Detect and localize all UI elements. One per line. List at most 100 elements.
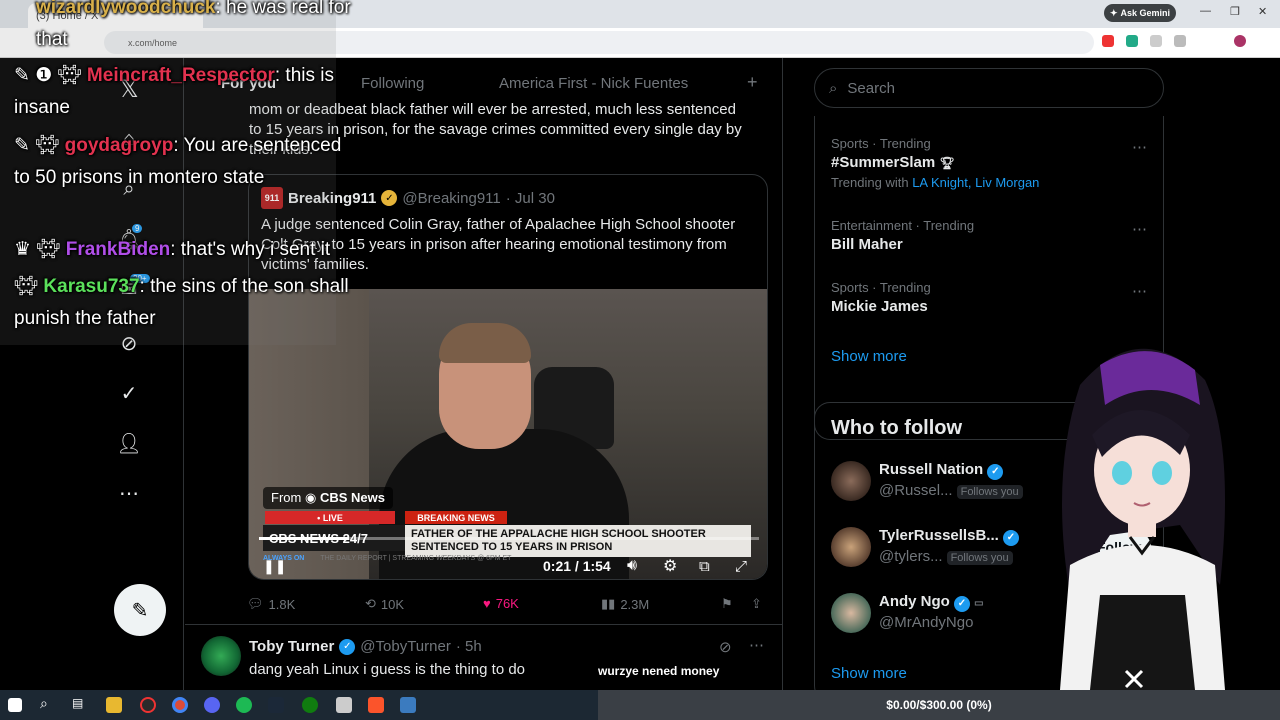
post-author-name[interactable]: Toby Turner bbox=[249, 638, 334, 655]
obs-icon[interactable] bbox=[140, 697, 156, 713]
account-name: TylerRussellsB... bbox=[879, 527, 999, 544]
fullscreen-icon[interactable]: ⤢ bbox=[735, 558, 747, 575]
extension-icon[interactable] bbox=[1102, 35, 1114, 47]
show-more-link[interactable]: Show more bbox=[831, 665, 907, 682]
like-button[interactable]: ♥ 76K bbox=[483, 596, 519, 611]
search-input[interactable]: ⌕ Search bbox=[814, 68, 1164, 108]
show-more-link[interactable]: Show more bbox=[831, 348, 907, 365]
post-more-icon[interactable]: ⋯ bbox=[749, 636, 764, 654]
donation-goal-bar: $0.00/$300.00 (0%) bbox=[598, 690, 1280, 720]
close-window-icon[interactable]: ✕ bbox=[1258, 5, 1267, 18]
post-avatar[interactable] bbox=[201, 636, 241, 676]
chat-username: Meincraft_Respector bbox=[86, 65, 275, 86]
restore-icon[interactable]: ❐ bbox=[1230, 5, 1240, 18]
from-source: CBS News bbox=[319, 490, 385, 505]
heart-icon: ♥ bbox=[483, 596, 491, 611]
account-handle: @Russel... bbox=[879, 482, 953, 499]
windows-start-icon[interactable] bbox=[8, 698, 22, 712]
compose-post-button[interactable]: ✎ bbox=[114, 584, 166, 636]
video-progress-fill bbox=[259, 537, 349, 540]
repost-icon: ⟲ bbox=[365, 596, 376, 611]
post-handle: @TobyTurner bbox=[360, 638, 451, 655]
spotify-icon[interactable] bbox=[236, 697, 252, 713]
verified-icon[interactable]: ✓ bbox=[116, 380, 142, 406]
trend-more-icon[interactable]: ⋯ bbox=[1132, 220, 1147, 238]
file-explorer-icon[interactable] bbox=[106, 697, 122, 713]
pip-icon[interactable]: ⧉ bbox=[699, 558, 710, 575]
extension-icon[interactable] bbox=[1150, 35, 1162, 47]
follows-you-badge: Follows you bbox=[956, 485, 1023, 499]
reply-button[interactable]: 💬︎ 1.8K bbox=[247, 596, 295, 612]
trend-meta: Sports · Trending bbox=[831, 280, 931, 295]
tab-following[interactable]: Following bbox=[361, 75, 424, 92]
who-to-follow-title: Who to follow bbox=[831, 417, 963, 439]
extension-icon[interactable] bbox=[1126, 35, 1138, 47]
tab-list[interactable]: America First - Nick Fuentes bbox=[499, 75, 688, 92]
xbox-icon[interactable] bbox=[302, 697, 318, 713]
ask-gemini-button[interactable]: ✦ Ask Gemini bbox=[1104, 4, 1176, 22]
search-icon[interactable]: ⌕ bbox=[40, 695, 56, 711]
breaking-news-tag: BREAKING NEWS bbox=[405, 511, 507, 524]
donation-goal-text: $0.00/$300.00 (0%) bbox=[886, 698, 992, 712]
minimize-icon[interactable]: — bbox=[1200, 5, 1211, 17]
trend-more-icon[interactable]: ⋯ bbox=[1132, 282, 1147, 300]
app-icon[interactable] bbox=[400, 697, 416, 713]
trend-meta: Entertainment · Trending bbox=[831, 218, 975, 233]
trend-link[interactable]: Liv Morgan bbox=[975, 175, 1039, 190]
verified-badge-icon: ✓ bbox=[339, 638, 356, 655]
chat-message: 👾︎ Karasu737: the sins of the son shall … bbox=[14, 271, 359, 335]
add-tab-icon[interactable]: + bbox=[747, 72, 758, 93]
affiliate-icon: ▭ bbox=[974, 598, 984, 609]
trend-item[interactable]: Sports · Trending #SummerSlam 🏆︎ Trendin… bbox=[831, 136, 1039, 190]
chat-username: goydagroyp bbox=[64, 135, 174, 156]
chat-badge-icons: ✎ ❶ 👾︎ bbox=[14, 65, 87, 86]
chat-badge-icons: ♛ 👾︎ bbox=[14, 239, 66, 260]
video-progress-bar[interactable] bbox=[259, 537, 759, 540]
live-tag: • LIVE bbox=[265, 511, 395, 524]
grok-post-icon[interactable]: ⊘ bbox=[719, 638, 732, 656]
post-divider bbox=[185, 624, 783, 625]
video-controls: ❚❚ 0:21 / 1:54 🔊︎ ⚙ ⧉ ⤢ bbox=[249, 551, 767, 579]
profile-icon[interactable]: 👤︎ bbox=[116, 430, 142, 456]
settings-gear-icon[interactable]: ⚙ bbox=[663, 556, 677, 576]
cbs-eye-icon: ◉ bbox=[304, 490, 320, 505]
donation-alert: wurzye nened money bbox=[598, 664, 720, 678]
discord-icon[interactable] bbox=[204, 697, 220, 713]
trend-name: Mickie James bbox=[831, 298, 928, 315]
views-button[interactable]: ▮▮ 2.3M bbox=[601, 596, 649, 612]
post-header: Toby Turner ✓ @TobyTurner · 5h bbox=[249, 638, 482, 655]
trend-item[interactable]: Entertainment · Trending Bill Maher bbox=[831, 218, 974, 253]
account-name: Russell Nation bbox=[879, 461, 984, 478]
task-view-icon[interactable]: ▤ bbox=[72, 696, 88, 712]
share-icon[interactable]: ⇪ bbox=[751, 596, 762, 612]
video-source-chip[interactable]: From ◉ CBS News bbox=[263, 487, 393, 509]
quote-date: · Jul 30 bbox=[505, 189, 555, 207]
feather-icon: ✎ bbox=[131, 599, 149, 622]
account-handle: @MrAndyNgo bbox=[879, 614, 974, 631]
quote-handle: @Breaking911 bbox=[402, 189, 501, 207]
steam-icon[interactable] bbox=[268, 697, 284, 713]
profile-avatar-icon[interactable] bbox=[1234, 35, 1246, 47]
trend-link[interactable]: LA Knight, bbox=[912, 175, 971, 190]
app-icon[interactable] bbox=[336, 697, 352, 713]
view-count: 2.3M bbox=[620, 596, 650, 612]
judge-hair-shape bbox=[439, 323, 531, 363]
trend-item[interactable]: Sports · Trending Mickie James bbox=[831, 280, 931, 315]
brave-icon[interactable] bbox=[368, 697, 384, 713]
trend-more-icon[interactable]: ⋯ bbox=[1132, 138, 1147, 156]
chat-text: : that's why i sent it bbox=[170, 239, 331, 260]
account-handle: @tylers... bbox=[879, 548, 943, 565]
chrome-icon[interactable] bbox=[172, 697, 188, 713]
chat-message: wizardlywoodchuck: he was real for that bbox=[36, 0, 381, 56]
vtuber-avatar bbox=[1060, 348, 1225, 690]
pause-icon[interactable]: ❚❚ bbox=[263, 558, 286, 575]
repost-button[interactable]: ⟲ 10K bbox=[365, 596, 404, 612]
account-name: Andy Ngo bbox=[879, 593, 950, 610]
trend-name: #SummerSlam bbox=[831, 154, 936, 171]
more-icon[interactable]: ⋯ bbox=[116, 480, 142, 506]
puzzle-icon[interactable] bbox=[1174, 35, 1186, 47]
volume-icon[interactable]: 🔊︎ bbox=[627, 557, 637, 575]
like-count: 76K bbox=[495, 596, 519, 611]
follows-you-badge: Follows you bbox=[946, 551, 1013, 565]
bookmark-icon[interactable]: ⚑ bbox=[721, 596, 733, 612]
